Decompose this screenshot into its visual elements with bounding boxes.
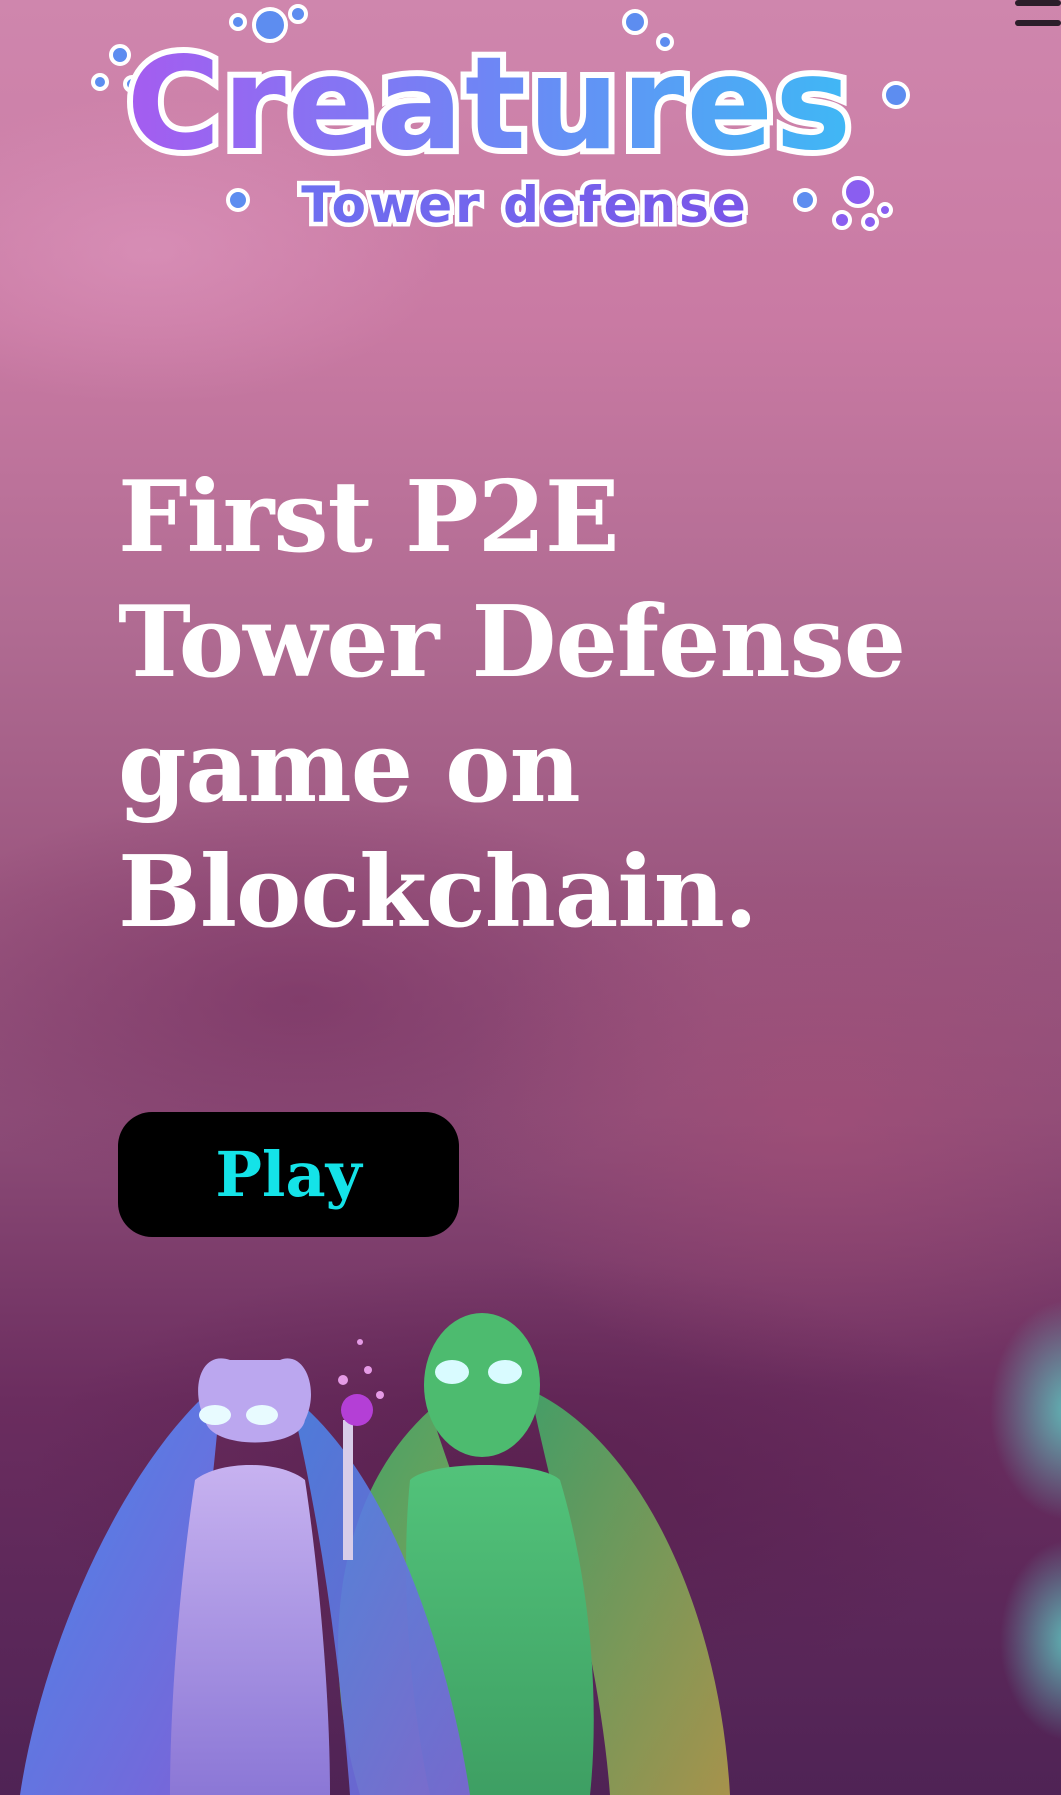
hero-title-line: game on (118, 710, 581, 825)
purple-creature (20, 1339, 470, 1795)
menu-line (1015, 0, 1061, 6)
menu-line (1015, 20, 1061, 26)
logo-graphic: Creatures Tower defense (91, 4, 910, 239)
logo-subtitle: Tower defense (301, 176, 749, 234)
hero-title-line: First P2E (118, 460, 620, 575)
hamburger-menu-icon[interactable] (1013, 0, 1061, 34)
page: Creatures Tower defense First P2E Tower … (0, 0, 1061, 1795)
hero-title: First P2E Tower Defense game on Blockcha… (118, 455, 998, 955)
hero-title-line: Blockchain. (118, 835, 758, 950)
hero-title-line: Tower Defense (118, 585, 906, 700)
creature-characters-image (0, 1280, 1061, 1795)
creatures-logo[interactable]: Creatures Tower defense (80, 0, 920, 250)
logo-title: Creatures (127, 30, 854, 179)
play-button[interactable]: Play (118, 1112, 459, 1237)
